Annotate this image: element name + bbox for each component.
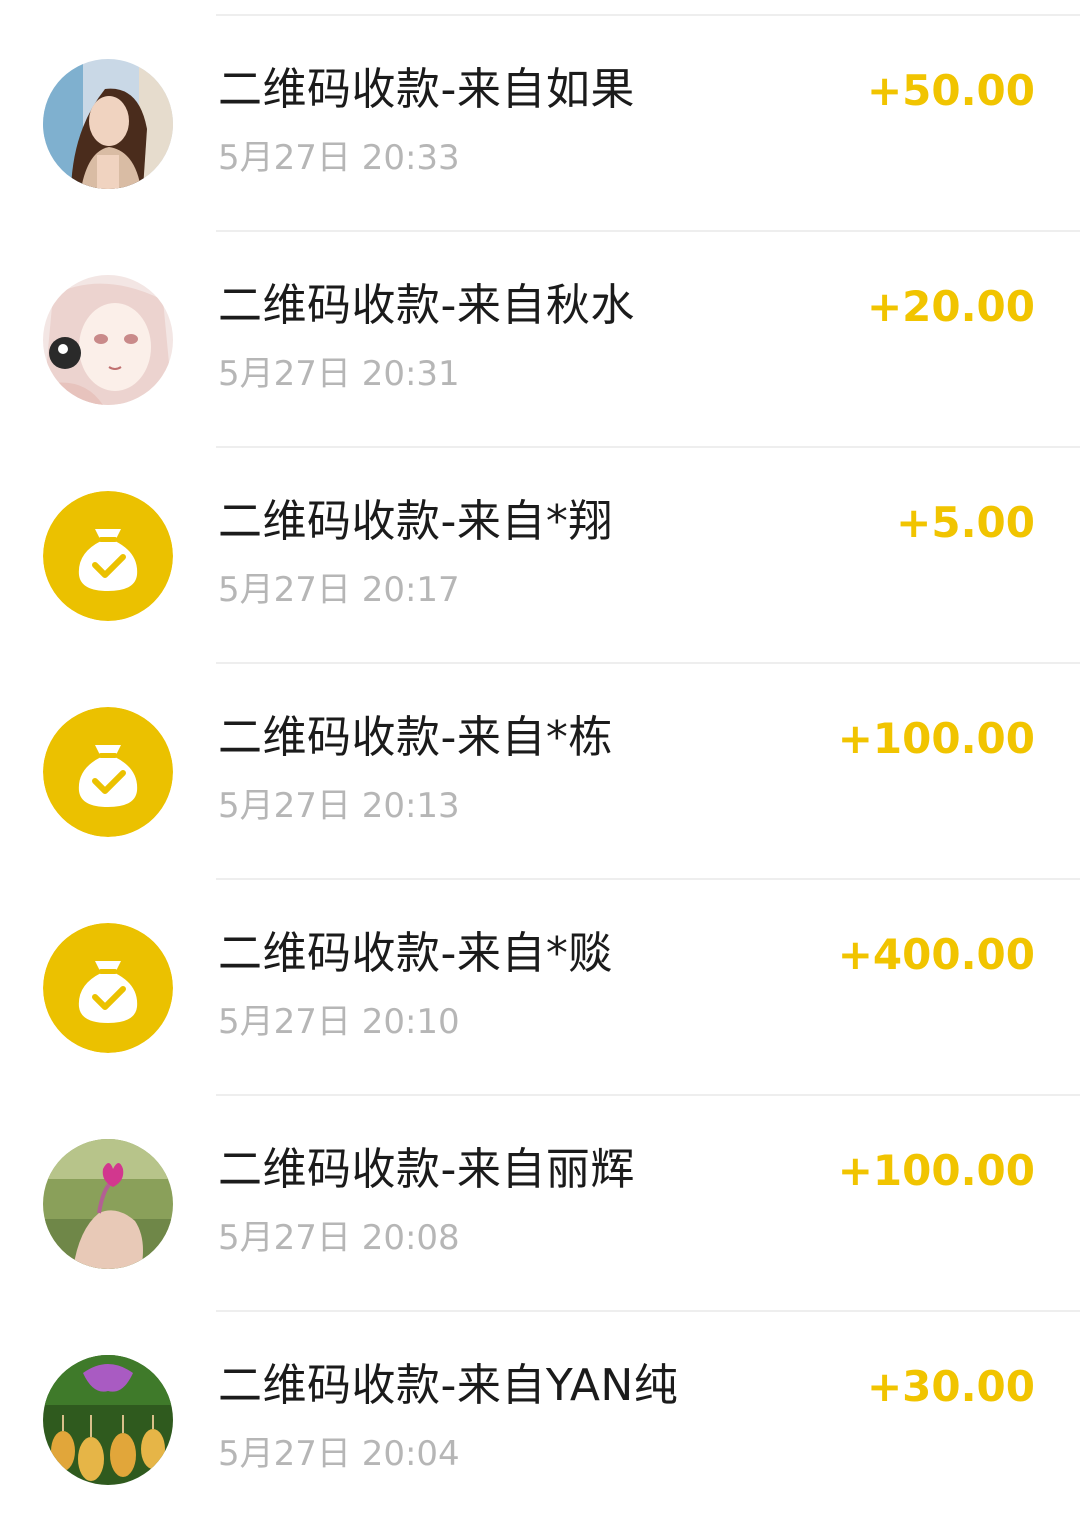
transaction-amount: +50.00 <box>866 66 1035 115</box>
photo-hand-flower-avatar <box>43 1139 173 1269</box>
transaction-row[interactable]: 二维码收款-来自*栋 5月27日 20:13 +100.00 <box>0 664 1080 880</box>
transaction-title: 二维码收款-来自*翔 <box>218 496 613 547</box>
transaction-row[interactable]: 二维码收款-来自*赕 5月27日 20:10 +400.00 <box>0 880 1080 1096</box>
transaction-time: 5月27日 20:33 <box>218 138 460 178</box>
transaction-amount: +100.00 <box>837 1146 1035 1195</box>
transaction-row[interactable]: 二维码收款-来自YAN纯 5月27日 20:04 +30.00 <box>0 1312 1080 1528</box>
transaction-amount: +30.00 <box>866 1362 1035 1411</box>
transaction-amount: +400.00 <box>837 930 1035 979</box>
money-bag-icon <box>43 923 173 1053</box>
transaction-amount: +5.00 <box>896 498 1035 547</box>
transaction-row[interactable]: 二维码收款-来自丽辉 5月27日 20:08 +100.00 <box>0 1096 1080 1312</box>
photo-lanterns-avatar <box>43 1355 173 1485</box>
transaction-title: 二维码收款-来自*栋 <box>218 712 613 763</box>
transaction-time: 5月27日 20:13 <box>218 786 460 826</box>
transaction-time: 5月27日 20:17 <box>218 570 460 610</box>
money-bag-icon <box>43 707 173 837</box>
transaction-title: 二维码收款-来自*赕 <box>218 928 613 979</box>
transaction-amount: +20.00 <box>866 282 1035 331</box>
transaction-time: 5月27日 20:08 <box>218 1218 460 1258</box>
transaction-title: 二维码收款-来自YAN纯 <box>218 1360 679 1411</box>
transaction-amount: +100.00 <box>837 714 1035 763</box>
transaction-title: 二维码收款-来自丽辉 <box>218 1144 635 1195</box>
transaction-row[interactable]: 二维码收款-来自*翔 5月27日 20:17 +5.00 <box>0 448 1080 664</box>
transaction-title: 二维码收款-来自秋水 <box>218 280 635 331</box>
transaction-time: 5月27日 20:31 <box>218 354 460 394</box>
anime-girl-avatar <box>43 275 173 405</box>
transaction-row[interactable]: 二维码收款-来自如果 5月27日 20:33 +50.00 <box>0 16 1080 232</box>
transaction-title: 二维码收款-来自如果 <box>218 64 635 115</box>
money-bag-icon <box>43 491 173 621</box>
transaction-time: 5月27日 20:10 <box>218 1002 460 1042</box>
transaction-row[interactable]: 二维码收款-来自秋水 5月27日 20:31 +20.00 <box>0 232 1080 448</box>
photo-woman-avatar <box>43 59 173 189</box>
transaction-time: 5月27日 20:04 <box>218 1434 460 1474</box>
transaction-list: 二维码收款-来自如果 5月27日 20:33 +50.00 二维码收款-来自秋水… <box>0 0 1080 1506</box>
